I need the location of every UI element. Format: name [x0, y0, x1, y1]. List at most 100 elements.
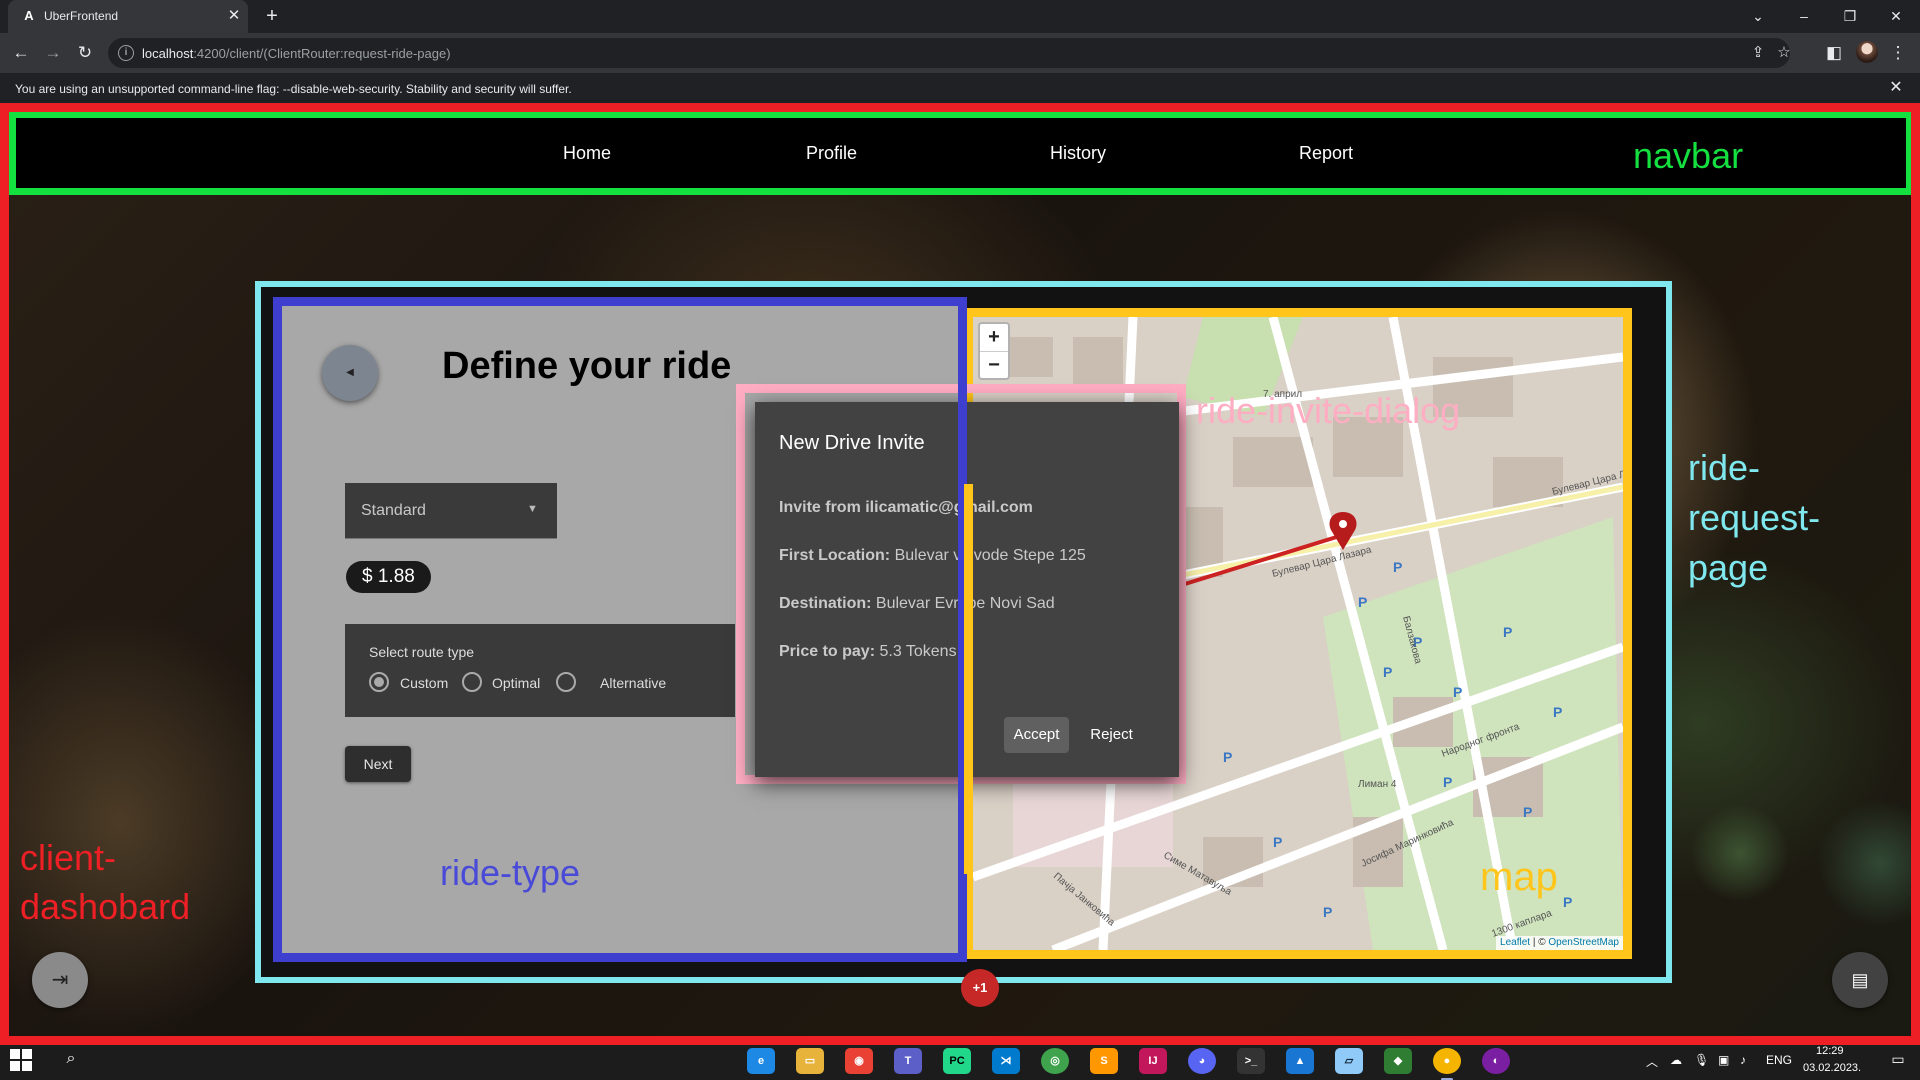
infobar-close-icon[interactable]: ✕ [1886, 78, 1906, 98]
vehicle-type-value: Standard [361, 502, 426, 519]
first-location-line: First Location: Bulevar vojvode Stepe 12… [779, 547, 1086, 564]
windows-start-icon[interactable] [10, 1049, 34, 1073]
nav-link-history[interactable]: History [1050, 143, 1106, 164]
map-district-label: Лиман 4 [1358, 779, 1397, 790]
client-dashboard: Home Profile History Report navbar ◀ Def… [0, 103, 1920, 1045]
edge-icon[interactable]: e [747, 1048, 775, 1074]
ride-request-page-annotation: ride- request- page [1688, 447, 1821, 588]
svg-text:P: P [1323, 904, 1332, 920]
site-info-icon[interactable]: i [118, 45, 134, 61]
tab-close-icon[interactable]: ✕ [224, 6, 244, 26]
onedrive-icon[interactable]: ☁ [1670, 1053, 1682, 1067]
language-indicator[interactable]: ENG [1766, 1053, 1792, 1067]
radio-label-alternative: Alternative [600, 675, 667, 691]
radio-alternative[interactable] [556, 672, 576, 692]
git-icon[interactable]: ◆ [1384, 1048, 1412, 1074]
explorer-icon[interactable]: ▭ [796, 1048, 824, 1074]
close-window-button[interactable]: ✕ [1882, 4, 1910, 28]
forward-arrow-icon[interactable]: → [41, 41, 65, 65]
clock-time[interactable]: 12:29 [1816, 1045, 1844, 1057]
menu-kebab-icon[interactable]: ⋮ [1886, 41, 1910, 65]
next-button[interactable]: Next [345, 746, 411, 782]
svg-text:P: P [1358, 594, 1367, 610]
address-bar[interactable]: i localhost:4200/client/(ClientRouter:re… [108, 38, 1791, 68]
chrome-icon[interactable]: ● [1433, 1048, 1461, 1080]
svg-text:P: P [1453, 684, 1462, 700]
tray-chevron-icon[interactable]: ︿ [1646, 1053, 1658, 1070]
navbar-annotation: navbar [1633, 135, 1744, 176]
search-icon[interactable]: ⌕ [60, 1050, 82, 1072]
new-tab-button[interactable]: + [260, 5, 284, 29]
bookmark-star-icon[interactable]: ☆ [1774, 44, 1794, 64]
back-arrow-icon[interactable]: ← [9, 41, 33, 65]
route-type-group: Select route type Custom Optimal Alterna… [345, 624, 735, 717]
minimize-button[interactable]: – [1790, 4, 1818, 28]
nav-link-home[interactable]: Home [563, 143, 611, 164]
client-dashboard-annotation: client- dashobard [20, 837, 191, 927]
svg-text:P: P [1443, 774, 1452, 790]
sublime-icon[interactable]: S [1090, 1048, 1118, 1074]
discord-icon[interactable]: ◕ [1188, 1048, 1216, 1074]
map-annotation: map [1480, 855, 1558, 899]
logout-button[interactable]: ⇥ [32, 952, 88, 1008]
chrome-canary-icon[interactable]: ◉ [845, 1048, 873, 1074]
zoom-in-button[interactable]: + [980, 324, 1008, 351]
leaflet-link[interactable]: Leaflet [1500, 937, 1530, 948]
notification-badge[interactable]: +1 [961, 969, 999, 1007]
browser-tab[interactable]: A UberFrontend ✕ [8, 0, 248, 33]
vehicle-type-select[interactable]: Standard ▼ [345, 483, 557, 539]
svg-text:P: P [1523, 804, 1532, 820]
reload-icon[interactable]: ↻ [73, 41, 97, 65]
map-outline-edge [964, 484, 973, 874]
xbox-icon[interactable]: ◎ [1041, 1048, 1069, 1074]
chevron-left-icon: ◀ [346, 367, 354, 378]
svg-text:P: P [1393, 559, 1402, 575]
reject-button[interactable]: Reject [1079, 717, 1144, 753]
pycharm-icon[interactable]: PC [943, 1048, 971, 1074]
svg-text:P: P [1563, 894, 1572, 910]
notifications-icon[interactable]: ▭ [1888, 1051, 1908, 1071]
warning-infobar: You are using an unsupported command-lin… [0, 73, 1920, 103]
svg-text:P: P [1503, 624, 1512, 640]
nav-link-report[interactable]: Report [1299, 143, 1353, 164]
share-icon[interactable]: ⇪ [1748, 44, 1768, 64]
logout-icon: ⇥ [51, 969, 69, 991]
photos-icon[interactable]: ▲ [1286, 1048, 1314, 1074]
terminal-icon[interactable]: >_ [1237, 1048, 1265, 1074]
radio-optimal[interactable] [462, 672, 482, 692]
svg-text:P: P [1273, 834, 1282, 850]
intellij-icon[interactable]: IJ [1139, 1048, 1167, 1074]
ride-type-annotation: ride-type [440, 852, 581, 893]
map-zoom-control: + − [978, 322, 1010, 380]
accept-button[interactable]: Accept [1004, 717, 1069, 753]
radio-label-optimal: Optimal [492, 675, 541, 691]
microphone-icon[interactable]: 🎙 [1694, 1053, 1709, 1067]
side-panel-icon[interactable]: ◧ [1822, 41, 1846, 65]
restore-button[interactable]: ❐ [1836, 4, 1864, 28]
price-badge: $ 1.88 [346, 561, 431, 593]
vscode-icon[interactable]: ⋊ [992, 1048, 1020, 1074]
radio-custom[interactable] [369, 672, 389, 692]
tab-search-icon[interactable]: ⌄ [1744, 4, 1772, 28]
profile-avatar[interactable] [1856, 41, 1878, 63]
browser-tab-bar: A UberFrontend ✕ + ⌄ – ❐ ✕ [0, 0, 1920, 33]
navbar: Home Profile History Report navbar [9, 111, 1913, 195]
route-type-label: Select route type [369, 644, 475, 660]
osm-link[interactable]: OpenStreetMap [1548, 937, 1619, 948]
notepad-icon[interactable]: ▱ [1335, 1048, 1363, 1074]
network-icon[interactable]: ▣ [1718, 1053, 1729, 1067]
tab-title: UberFrontend [44, 9, 119, 23]
map-attribution: Leaflet | © OpenStreetMap [1496, 936, 1623, 950]
teams-icon[interactable]: T [894, 1048, 922, 1074]
figma-icon[interactable]: ◐ [1482, 1048, 1510, 1074]
nav-link-profile[interactable]: Profile [806, 143, 857, 164]
volume-icon[interactable]: ♪ [1740, 1053, 1746, 1067]
back-button[interactable]: ◀ [322, 345, 378, 401]
clock-date[interactable]: 03.02.2023. [1803, 1062, 1861, 1074]
chat-button[interactable]: ▤ [1832, 952, 1888, 1008]
tab-favicon-icon: A [24, 8, 34, 23]
svg-text:P: P [1553, 704, 1562, 720]
dialog-title: New Drive Invite [779, 432, 925, 454]
zoom-out-button[interactable]: − [980, 351, 1008, 378]
ride-invite-dialog-annotation: ride-invite-dialog [1196, 390, 1461, 431]
